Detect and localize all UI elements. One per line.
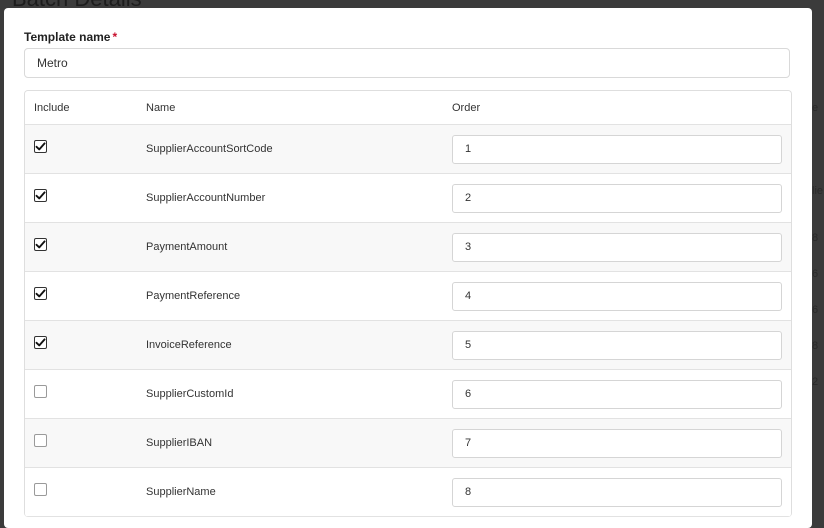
order-cell	[443, 477, 791, 507]
include-cell	[25, 188, 137, 202]
template-name-label-text: Template name	[24, 30, 111, 44]
field-name: PaymentAmount	[146, 241, 228, 253]
order-input[interactable]	[452, 134, 782, 164]
order-input[interactable]	[452, 232, 782, 262]
order-cell	[443, 281, 791, 311]
order-input[interactable]	[452, 330, 782, 360]
include-cell	[25, 286, 137, 300]
table-row: SupplierCustomId	[25, 370, 791, 419]
table-row: PaymentAmount	[25, 223, 791, 272]
order-input[interactable]	[452, 281, 782, 311]
order-input[interactable]	[452, 183, 782, 213]
table-row: SupplierAccountSortCode	[25, 125, 791, 174]
table-row: SupplierIBAN	[25, 419, 791, 468]
order-input[interactable]	[452, 379, 782, 409]
include-checkbox[interactable]	[34, 237, 47, 251]
table-body: SupplierAccountSortCode SupplierAccountNu…	[25, 125, 791, 517]
background-peek-text: 2	[812, 376, 819, 388]
background-peek-text: 6	[812, 304, 819, 316]
include-checkbox[interactable]	[34, 286, 47, 300]
include-cell	[25, 482, 137, 496]
checkmark-icon	[35, 337, 46, 346]
background-peek-text: 8	[812, 232, 819, 244]
order-input[interactable]	[452, 477, 782, 507]
table-row: SupplierName	[25, 468, 791, 517]
order-cell	[443, 428, 791, 458]
background-peek-text: 8	[812, 340, 819, 352]
table-row: InvoiceReference	[25, 321, 791, 370]
required-indicator: *	[112, 30, 118, 44]
checkmark-icon	[35, 190, 46, 199]
background-peek-text: e	[812, 102, 819, 114]
include-cell	[25, 433, 137, 447]
include-cell	[25, 237, 137, 251]
background-column-peek: e lie 8 6 6 8 2	[812, 0, 824, 516]
field-name: SupplierAccountNumber	[146, 192, 266, 204]
order-cell	[443, 183, 791, 213]
background-peek-text: 6	[812, 268, 819, 280]
header-include: Include	[34, 101, 70, 114]
field-name: SupplierAccountSortCode	[146, 143, 273, 155]
order-cell	[443, 232, 791, 262]
fields-table: Include Name Order SupplierAccountSortCo…	[24, 90, 792, 517]
field-name: SupplierIBAN	[146, 437, 213, 449]
template-name-input[interactable]	[24, 48, 790, 78]
order-cell	[443, 330, 791, 360]
field-name: InvoiceReference	[146, 339, 232, 351]
include-cell	[25, 384, 137, 398]
header-name: Name	[146, 101, 176, 114]
checkmark-icon	[35, 141, 46, 150]
order-cell	[443, 379, 791, 409]
order-input[interactable]	[452, 428, 782, 458]
table-header: Include Name Order	[25, 91, 791, 125]
template-modal: Template name* Include Name Order Suppli…	[4, 8, 812, 528]
include-checkbox[interactable]	[34, 384, 47, 398]
field-name: SupplierCustomId	[146, 388, 234, 400]
field-name: PaymentReference	[146, 290, 241, 302]
include-checkbox[interactable]	[34, 482, 47, 496]
include-checkbox[interactable]	[34, 433, 47, 447]
table-row: PaymentReference	[25, 272, 791, 321]
table-row: SupplierAccountNumber	[25, 174, 791, 223]
include-checkbox[interactable]	[34, 139, 47, 153]
background-peek-text: lie	[812, 185, 824, 197]
checkmark-icon	[35, 239, 46, 248]
order-cell	[443, 134, 791, 164]
header-order: Order	[452, 101, 481, 114]
include-cell	[25, 139, 137, 153]
field-name: SupplierName	[146, 486, 216, 498]
checkmark-icon	[35, 288, 46, 297]
template-name-label: Template name *	[24, 30, 117, 44]
include-cell	[25, 335, 137, 349]
include-checkbox[interactable]	[34, 188, 47, 202]
include-checkbox[interactable]	[34, 335, 47, 349]
